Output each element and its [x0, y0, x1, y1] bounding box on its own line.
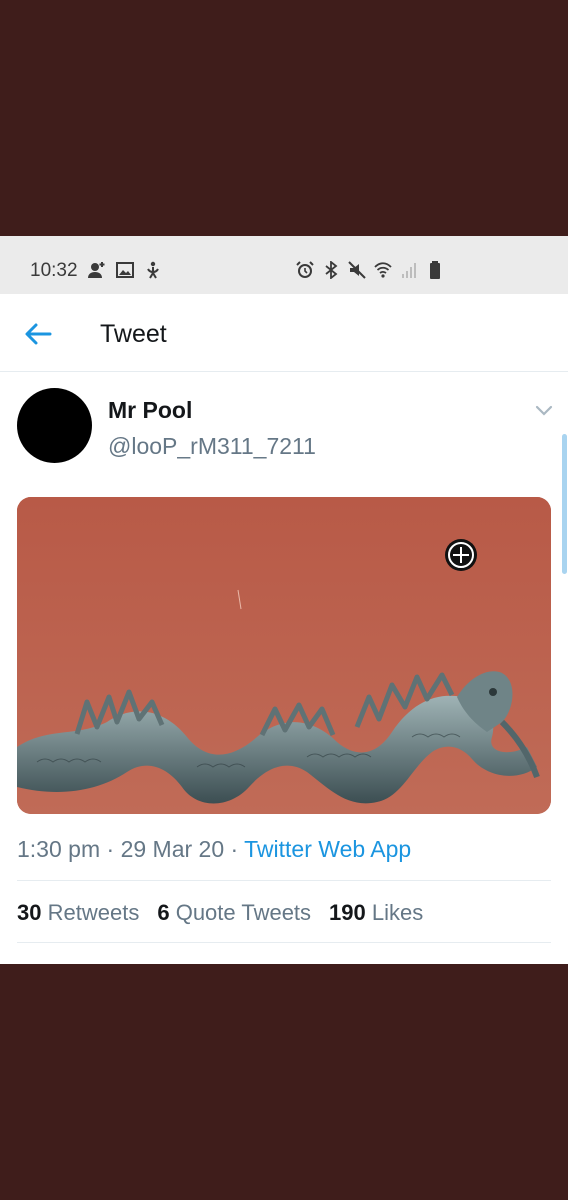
author-name[interactable]: Mr Pool [108, 397, 192, 424]
battery-icon [430, 261, 440, 279]
accessibility-icon [147, 261, 159, 279]
author-handle[interactable]: @looP_rM311_7211 [108, 433, 316, 460]
bluetooth-icon [325, 261, 338, 279]
alarm-icon [296, 261, 314, 278]
status-bar: 10:32 [0, 236, 568, 294]
retweets-stat[interactable]: 30 Retweets [17, 900, 139, 926]
divider [17, 942, 551, 943]
image-icon [116, 262, 134, 278]
meta-separator: · [224, 836, 245, 862]
wifi-icon [374, 262, 392, 278]
quote-tweets-stat[interactable]: 6 Quote Tweets [157, 900, 311, 926]
person-add-icon [88, 262, 105, 278]
dragon-image [17, 497, 551, 814]
mute-icon [348, 261, 366, 279]
status-left-icons [88, 261, 162, 279]
tweet-date[interactable]: 29 Mar 20 [121, 836, 225, 862]
status-time: 10:32 [30, 260, 78, 281]
quote-tweets-label: Quote Tweets [175, 900, 312, 925]
chevron-down-icon[interactable] [534, 400, 554, 420]
status-right-icons [296, 261, 444, 279]
meta-separator: · [100, 836, 121, 862]
avatar[interactable] [17, 388, 92, 463]
divider [17, 880, 551, 881]
page-title: Tweet [100, 320, 167, 348]
tweet-time[interactable]: 1:30 pm [17, 836, 100, 862]
quote-tweets-count: 6 [157, 900, 170, 925]
phone-screen: 10:32 Tweet Mr Pool @looP_rM311_7211 1:3… [0, 236, 568, 964]
back-arrow-icon[interactable] [22, 318, 54, 350]
tweet-stats: 30 Retweets 6 Quote Tweets 190 Likes [17, 900, 423, 926]
retweets-count: 30 [17, 900, 42, 925]
likes-label: Likes [371, 900, 424, 925]
signal-icon [402, 263, 416, 278]
watermark-logo [445, 539, 477, 571]
likes-stat[interactable]: 190 Likes [329, 900, 423, 926]
tweet-header: Tweet [0, 294, 568, 372]
tweet-source-link[interactable]: Twitter Web App [244, 836, 411, 862]
tweet-media-image[interactable] [17, 497, 551, 814]
likes-count: 190 [329, 900, 366, 925]
scrollbar[interactable] [562, 434, 567, 574]
retweets-label: Retweets [47, 900, 140, 925]
tweet-timestamp: 1:30 pm · 29 Mar 20 · Twitter Web App [17, 836, 411, 863]
